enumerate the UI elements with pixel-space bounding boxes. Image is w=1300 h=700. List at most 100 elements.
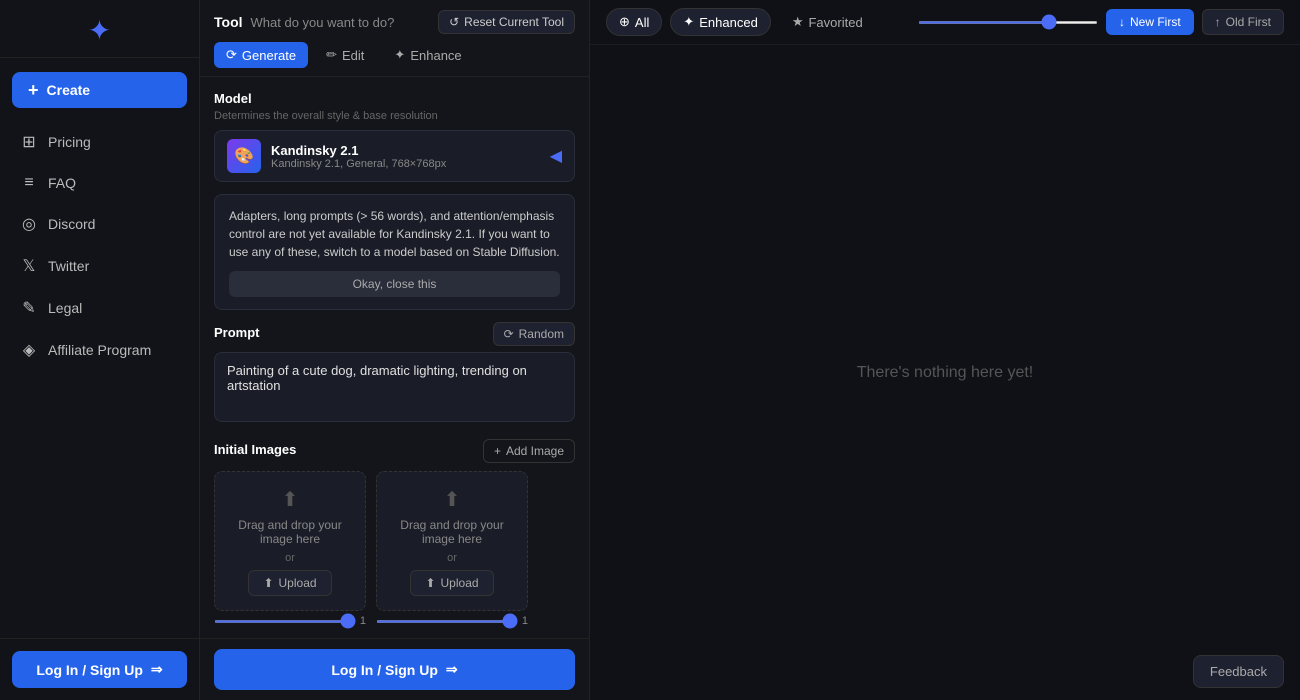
- or-text-1: or: [285, 552, 295, 564]
- sidebar-item-label: Pricing: [48, 134, 91, 150]
- strength-slider-1[interactable]: [214, 620, 356, 623]
- sidebar-login-label: Log In / Sign Up: [36, 662, 143, 678]
- image-slot-1-wrapper: ⬆ Drag and drop your image here or ⬆ Upl…: [214, 471, 366, 627]
- add-image-button[interactable]: + Add Image: [483, 439, 575, 463]
- close-label: Okay, close this: [353, 277, 437, 291]
- prompt-header: Prompt ⟳ Random: [214, 322, 575, 346]
- sidebar-item-legal[interactable]: ✎ Legal: [8, 288, 191, 328]
- upload-label-1: Upload: [279, 576, 317, 590]
- warning-close-button[interactable]: Okay, close this: [229, 271, 560, 297]
- main-login-button[interactable]: Log In / Sign Up ⇒: [214, 649, 575, 690]
- star-icon: ★: [792, 14, 804, 30]
- sidebar-item-faq[interactable]: ≡ FAQ: [8, 164, 191, 202]
- plus-icon: +: [28, 81, 39, 99]
- warning-text: Adapters, long prompts (> 56 words), and…: [229, 209, 560, 259]
- image-slot-2[interactable]: ⬆ Drag and drop your image here or ⬆ Upl…: [376, 471, 528, 611]
- model-name: Kandinsky 2.1: [271, 143, 446, 158]
- model-card[interactable]: 🎨 Kandinsky 2.1 Kandinsky 2.1, General, …: [214, 130, 575, 182]
- feedback-button[interactable]: Feedback: [1193, 655, 1284, 688]
- sort-new-first-button[interactable]: ↓ New First: [1106, 9, 1194, 35]
- generate-icon: ⟳: [226, 47, 237, 63]
- upload-icon-2: ⬆: [425, 576, 435, 590]
- sidebar: ✦ + Create ⊞ Pricing ≡ FAQ ◎ Discord 𝕏 T…: [0, 0, 200, 700]
- filter-all-label: All: [635, 15, 649, 30]
- prompt-textarea[interactable]: [214, 352, 575, 422]
- strength-slider-2-wrapper: 1: [376, 615, 528, 627]
- initial-images-label: Initial Images: [214, 442, 296, 457]
- faq-icon: ≡: [20, 174, 38, 192]
- filter-bar: ⊕ All ✦ Enhanced ★ Favorited ↓ New First…: [590, 0, 1300, 45]
- arrow-icon: ⇒: [151, 661, 163, 678]
- filter-chip-enhanced[interactable]: ✦ Enhanced: [670, 8, 770, 36]
- reset-label: Reset Current Tool: [464, 15, 564, 29]
- sidebar-footer: Log In / Sign Up ⇒: [0, 638, 199, 700]
- tool-label: Tool: [214, 14, 243, 30]
- reset-icon: ↺: [449, 15, 459, 29]
- strength-slider-1-wrapper: 1: [214, 615, 366, 627]
- all-icon: ⊕: [619, 14, 630, 30]
- create-button[interactable]: + Create: [12, 72, 187, 108]
- sidebar-login-button[interactable]: Log In / Sign Up ⇒: [12, 651, 187, 688]
- tool-tabs: ⟳ Generate ✏ Edit ✦ Enhance: [214, 42, 575, 68]
- sidebar-item-twitter[interactable]: 𝕏 Twitter: [8, 246, 191, 286]
- image-slots: ⬆ Drag and drop your image here or ⬆ Upl…: [214, 471, 575, 627]
- sidebar-item-label: Affiliate Program: [48, 342, 151, 358]
- filter-favorited-label: Favorited: [808, 15, 862, 30]
- affiliate-icon: ◈: [20, 340, 38, 360]
- tab-edit[interactable]: ✏ Edit: [314, 42, 376, 68]
- model-avatar: 🎨: [227, 139, 261, 173]
- prompt-section: Prompt ⟳ Random: [214, 322, 575, 439]
- upload-label-2: Upload: [441, 576, 479, 590]
- image-slot-1[interactable]: ⬆ Drag and drop your image here or ⬆ Upl…: [214, 471, 366, 611]
- sidebar-item-discord[interactable]: ◎ Discord: [8, 204, 191, 244]
- plus-icon: +: [494, 444, 501, 458]
- enhance-icon: ✦: [394, 47, 405, 63]
- sort-slider[interactable]: [918, 21, 1098, 24]
- reset-tool-button[interactable]: ↺ Reset Current Tool: [438, 10, 575, 34]
- model-section-sublabel: Determines the overall style & base reso…: [214, 110, 575, 122]
- upload-button-2[interactable]: ⬆ Upload: [410, 570, 493, 596]
- tab-generate[interactable]: ⟳ Generate: [214, 42, 308, 68]
- filter-chip-favorited[interactable]: ★ Favorited: [779, 8, 876, 36]
- edit-icon: ✏: [326, 47, 337, 63]
- filter-chip-all[interactable]: ⊕ All: [606, 8, 662, 36]
- main-panel: Tool What do you want to do? ↺ Reset Cur…: [200, 0, 590, 700]
- sort-up-icon: ↑: [1215, 15, 1221, 29]
- sort-old-first-button[interactable]: ↑ Old First: [1202, 9, 1284, 35]
- sort-old-label: Old First: [1226, 15, 1271, 29]
- discord-icon: ◎: [20, 214, 38, 234]
- sidebar-item-pricing[interactable]: ⊞ Pricing: [8, 122, 191, 162]
- empty-state-text: There's nothing here yet!: [857, 364, 1034, 382]
- tab-enhance-label: Enhance: [410, 48, 461, 63]
- model-info: Kandinsky 2.1 Kandinsky 2.1, General, 76…: [271, 143, 446, 170]
- filter-enhanced-label: Enhanced: [699, 15, 758, 30]
- feedback-label: Feedback: [1210, 664, 1267, 679]
- model-section: Model Determines the overall style & bas…: [214, 91, 575, 182]
- arrow-icon: ⇒: [446, 661, 458, 678]
- logo-icon: ✦: [88, 14, 111, 47]
- image-slot-2-wrapper: ⬆ Drag and drop your image here or ⬆ Upl…: [376, 471, 528, 627]
- sidebar-nav: ⊞ Pricing ≡ FAQ ◎ Discord 𝕏 Twitter ✎ Le…: [0, 122, 199, 638]
- pricing-icon: ⊞: [20, 132, 38, 152]
- sort-down-icon: ↓: [1119, 15, 1125, 29]
- empty-state: There's nothing here yet!: [590, 45, 1300, 700]
- warning-box: Adapters, long prompts (> 56 words), and…: [214, 194, 575, 310]
- strength-value-1: 1: [360, 615, 366, 627]
- twitter-icon: 𝕏: [20, 256, 38, 276]
- chevron-left-icon: ◀: [550, 146, 562, 166]
- initial-images-section: Initial Images + Add Image ⬆ Drag and dr…: [214, 439, 575, 627]
- random-button[interactable]: ⟳ Random: [493, 322, 575, 346]
- tab-generate-label: Generate: [242, 48, 296, 63]
- sidebar-item-affiliate[interactable]: ◈ Affiliate Program: [8, 330, 191, 370]
- or-text-2: or: [447, 552, 457, 564]
- create-label: Create: [47, 82, 91, 98]
- sidebar-item-label: Twitter: [48, 258, 89, 274]
- upload-button-1[interactable]: ⬆ Upload: [248, 570, 331, 596]
- main-login-label: Log In / Sign Up: [331, 662, 438, 678]
- tab-enhance[interactable]: ✦ Enhance: [382, 42, 473, 68]
- right-panel: ⊕ All ✦ Enhanced ★ Favorited ↓ New First…: [590, 0, 1300, 700]
- tool-header: Tool What do you want to do? ↺ Reset Cur…: [200, 0, 589, 77]
- sort-slider-wrap: [918, 21, 1098, 24]
- strength-slider-2[interactable]: [376, 620, 518, 623]
- random-label: Random: [519, 327, 564, 341]
